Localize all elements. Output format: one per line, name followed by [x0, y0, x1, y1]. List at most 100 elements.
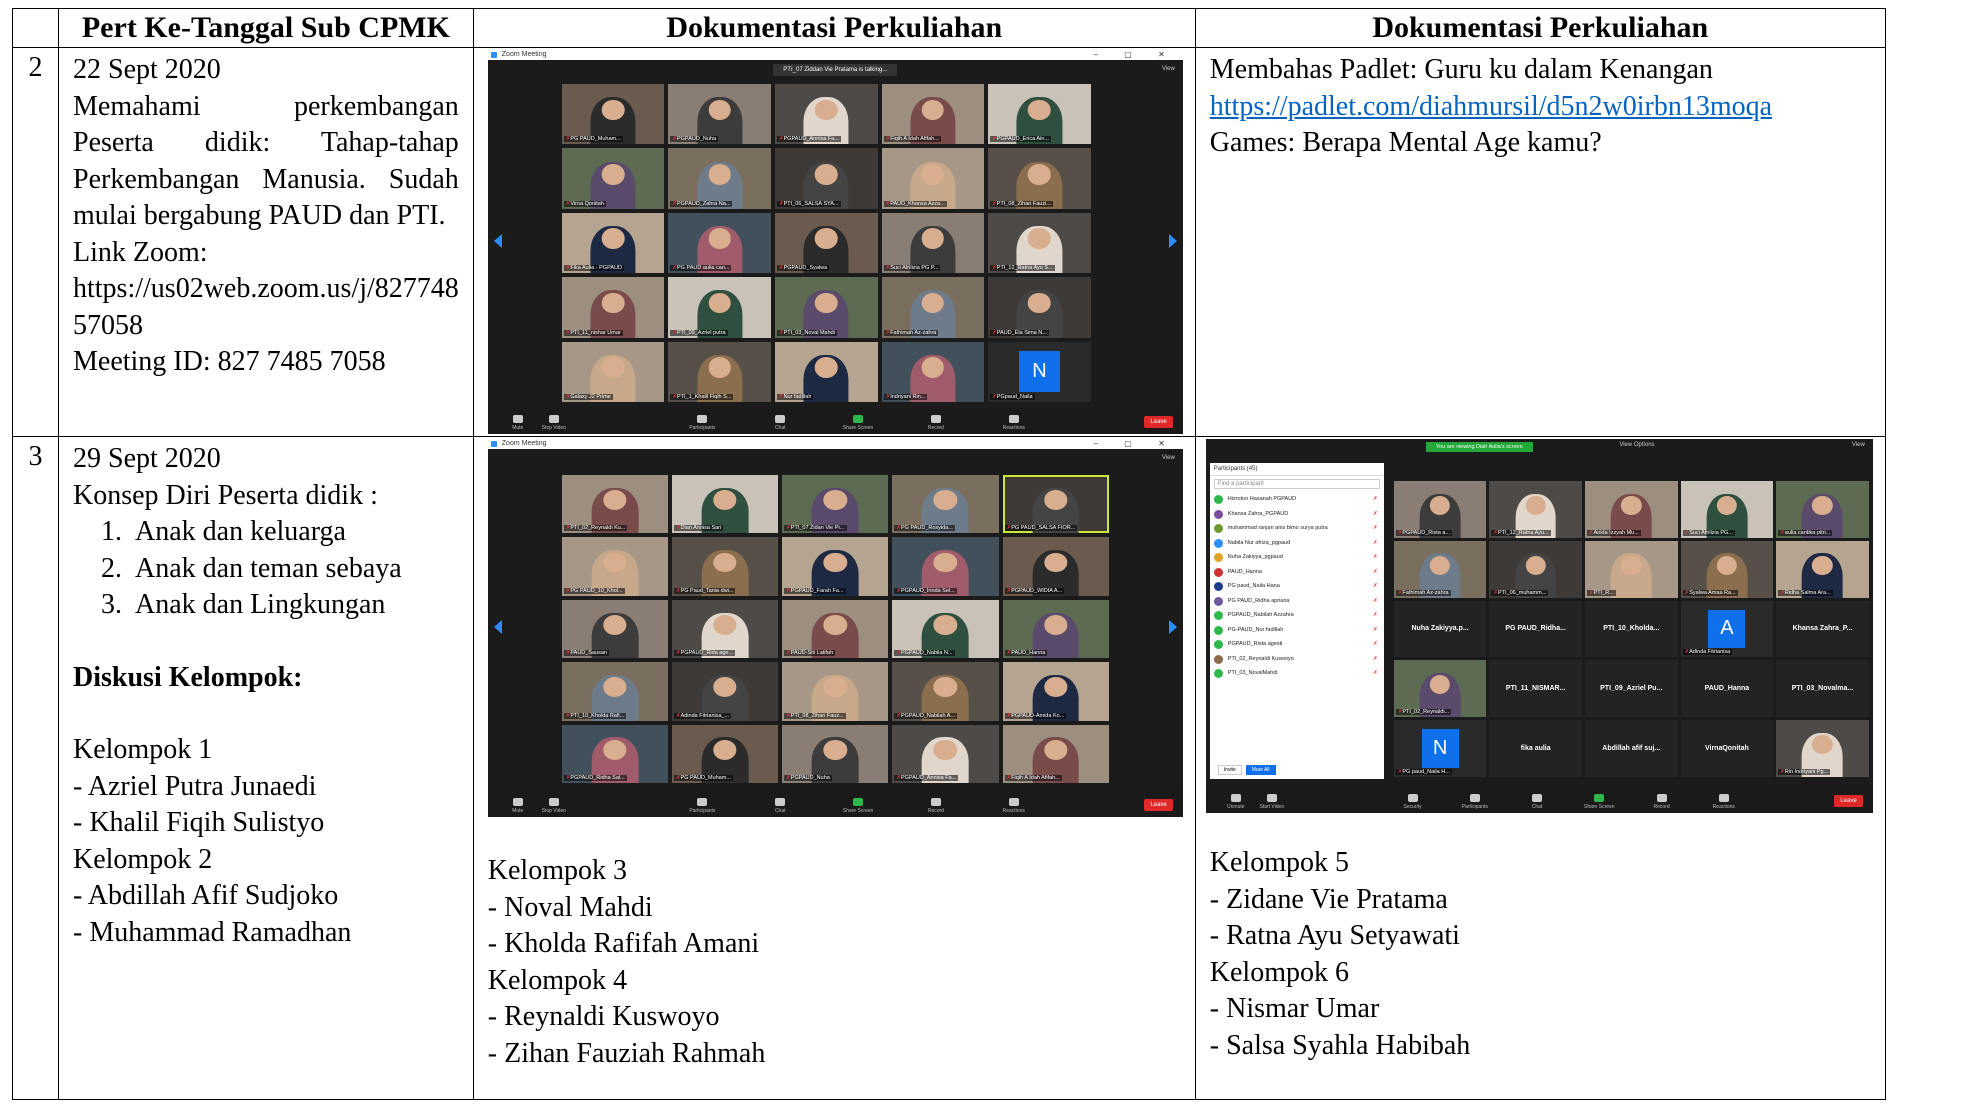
- participant-video-tile[interactable]: PG PAUD_Muham...: [671, 724, 779, 783]
- participant-name-tile[interactable]: PTI_03_Novalma...: [1776, 660, 1869, 718]
- participant-avatar-tile[interactable]: AAdinda Fitrianisa: [1680, 600, 1774, 658]
- leave-button[interactable]: Leave: [1834, 795, 1863, 807]
- participant-video-tile[interactable]: PTI_1_Khalil Fiqih S...: [668, 341, 771, 402]
- participant-name-tile[interactable]: PG PAUD_Ridha...: [1489, 600, 1582, 658]
- participant-video-tile[interactable]: Dian Annisa Sari: [671, 475, 779, 534]
- participant-video-tile[interactable]: PTI_10_Kholda Rafi...: [561, 662, 668, 721]
- prev-page-icon[interactable]: [493, 620, 502, 635]
- padlet-link[interactable]: https://padlet.com/diahmursil/d5n2w0irbn…: [1210, 89, 1871, 126]
- participant-video-tile[interactable]: PGPAUD_Nabilah A...: [892, 662, 999, 721]
- mute-all-button[interactable]: Mute All: [1245, 765, 1276, 775]
- toolbar-participants-button[interactable]: Participants: [1455, 794, 1495, 810]
- participant-video-tile[interactable]: PGPAUD_Erica Ain...: [988, 84, 1091, 145]
- participant-video-tile[interactable]: Galaxy J2 Prime: [561, 341, 665, 402]
- toolbar-participants-button[interactable]: Participants: [682, 415, 722, 431]
- next-page-icon[interactable]: [1168, 234, 1177, 249]
- toolbar-mute-button[interactable]: Mute: [498, 415, 538, 431]
- participant-video-tile[interactable]: PGPAUD_Annisa Fa...: [892, 724, 999, 783]
- toolbar-unmute-button[interactable]: Unmute: [1216, 794, 1256, 810]
- participant-video-tile[interactable]: PTI_02_Reynaldi Ku...: [561, 475, 668, 534]
- participant-name-tile[interactable]: PTI_10_Kholda...: [1584, 600, 1678, 658]
- participant-video-tile[interactable]: Anida Izzyah Mu...: [1584, 481, 1678, 538]
- participant-list-item[interactable]: PAUD_Hanna ✗: [1210, 565, 1384, 580]
- participant-video-tile[interactable]: Fiqih A Idah Afifah...: [881, 84, 985, 145]
- participant-video-tile[interactable]: Rin Indriyani Pg...: [1776, 720, 1869, 777]
- participant-video-tile[interactable]: PGPAUD_Irinda Sel...: [892, 537, 999, 596]
- participant-video-tile[interactable]: PG PAUD_Muham...: [561, 84, 665, 145]
- invite-button[interactable]: Invite: [1217, 765, 1242, 775]
- participant-video-tile[interactable]: PGPAUD_WIDIA A...: [1002, 537, 1109, 596]
- participant-name-tile[interactable]: Nuha Zakiyya.p...: [1393, 600, 1487, 658]
- participant-video-tile[interactable]: Indriyani Rin...: [881, 341, 985, 402]
- participant-list-item[interactable]: Nabila Nur afriza_pgpaud ✗: [1210, 536, 1384, 551]
- participant-avatar-tile[interactable]: NPG paud_Naila H...: [1393, 720, 1487, 777]
- participant-list-item[interactable]: muhammad ranjan anis bimo surya putra ✗: [1210, 521, 1384, 536]
- participant-video-tile[interactable]: Virna Qonitah: [561, 148, 665, 209]
- participant-video-tile[interactable]: PTI_08_Zihan Fauz...: [782, 662, 889, 721]
- participant-video-tile[interactable]: Syalwa Amaa Ra...: [1680, 540, 1774, 598]
- view-button[interactable]: View: [1852, 442, 1865, 448]
- participant-video-tile[interactable]: PGPAUD_Zahra Na...: [668, 148, 771, 209]
- participant-video-tile[interactable]: PGPAUD_Nabila N...: [892, 599, 999, 659]
- participant-video-tile[interactable]: PGPAUD_Farah Fa...: [782, 537, 889, 596]
- participant-list-item[interactable]: PGPAUD_Nabilah Azzahra ✗: [1210, 608, 1384, 623]
- participant-video-tile[interactable]: PG PAUD_SALSA FIOR...: [1002, 475, 1109, 534]
- toolbar-chat-button[interactable]: Chat: [760, 415, 800, 431]
- participant-video-tile[interactable]: PTI_11_nishar Umar: [561, 277, 665, 338]
- toolbar-record-button[interactable]: Record: [916, 798, 956, 814]
- toolbar-record-button[interactable]: Record: [1642, 794, 1682, 810]
- participant-video-tile[interactable]: PG Paud_Tania dwi...: [671, 537, 779, 596]
- participant-video-tile[interactable]: PAUD_Ela Sima N...: [988, 277, 1091, 338]
- leave-button[interactable]: Leave: [1144, 799, 1173, 811]
- participant-video-tile[interactable]: PG PAUD_10_Khol...: [561, 537, 668, 596]
- participant-video-tile[interactable]: PAUD_Sausan: [561, 599, 668, 659]
- participant-list-item[interactable]: PTI_02_Reynaldi Kuswoyo ✗: [1210, 652, 1384, 667]
- participant-video-tile[interactable]: Fika Aulia - PGPAUD: [561, 212, 665, 274]
- prev-page-icon[interactable]: [493, 234, 502, 249]
- toolbar-chat-button[interactable]: Chat: [760, 798, 800, 814]
- participant-name-tile[interactable]: PAUD_Hanna: [1680, 660, 1774, 718]
- participant-video-tile[interactable]: PGPAUD_Rida age...: [671, 599, 779, 659]
- view-button[interactable]: View: [1162, 455, 1175, 461]
- toolbar-stop-video-button[interactable]: Stop Video: [534, 415, 574, 431]
- participant-video-tile[interactable]: Nur fadillah: [774, 341, 878, 402]
- toolbar-share-screen-button[interactable]: Share Screen: [1579, 794, 1619, 810]
- participant-video-tile[interactable]: Suci Afrilizia PG...: [1680, 481, 1774, 538]
- participant-video-tile[interactable]: Fiqih A Idah Afifah...: [1002, 724, 1109, 783]
- participant-list-item[interactable]: Hizrotun Hasanah PGPAUD ✗: [1210, 492, 1384, 507]
- participant-video-tile[interactable]: PGPAUD_Nuha: [782, 724, 889, 783]
- participant-video-tile[interactable]: Adinda Fitrianisa_...: [671, 662, 779, 721]
- participant-video-tile[interactable]: PG PAUD_Rosyida...: [892, 475, 999, 534]
- toolbar-chat-button[interactable]: Chat: [1517, 794, 1557, 810]
- participant-video-tile[interactable]: PTI_03_Noval Mahdi: [774, 277, 878, 338]
- toolbar-participants-button[interactable]: Participants: [682, 798, 722, 814]
- participant-avatar-tile[interactable]: NPGpaud_Naila: [988, 341, 1091, 402]
- toolbar-record-button[interactable]: Record: [916, 415, 956, 431]
- toolbar-start-video-button[interactable]: Start Video: [1252, 794, 1292, 810]
- participant-video-tile[interactable]: PGPAUD_Ridha Sal...: [561, 724, 668, 783]
- participant-list-item[interactable]: PG-PAUD_Nur fadillah ✗: [1210, 623, 1384, 638]
- participant-video-tile[interactable]: Ridha Salma Ara...: [1776, 540, 1869, 598]
- toolbar-reactions-button[interactable]: Reactions: [1704, 794, 1744, 810]
- participant-search-input[interactable]: Find a participant: [1213, 479, 1380, 489]
- participant-video-tile[interactable]: PGPAUD_Annisa Fa...: [774, 84, 878, 145]
- participant-video-tile[interactable]: Suci Afrilizia PG P...: [881, 212, 985, 274]
- toolbar-stop-video-button[interactable]: Stop Video: [534, 798, 574, 814]
- participant-list-item[interactable]: Nuha Zakiyya_pgpaud ✗: [1210, 550, 1384, 565]
- next-page-icon[interactable]: [1168, 620, 1177, 635]
- toolbar-mute-button[interactable]: Mute: [498, 798, 538, 814]
- participant-video-tile[interactable]: aulia cantika pitri...: [1776, 481, 1869, 538]
- participant-video-tile[interactable]: PTI_06_SALSA SYA...: [774, 148, 878, 209]
- participant-video-tile[interactable]: PTI_08_Zihan Fauzi...: [988, 148, 1091, 209]
- participant-name-tile[interactable]: fika aulia: [1489, 720, 1582, 777]
- participant-list-item[interactable]: PG PAUD_Ridha apriana ✗: [1210, 594, 1384, 609]
- participant-list-item[interactable]: PTI_03_NovalMahdi ✗: [1210, 666, 1384, 681]
- participant-list-item[interactable]: Khansa Zahra_PGPAUD ✗: [1210, 507, 1384, 522]
- participant-name-tile[interactable]: PTI_09_Azriel Pu...: [1584, 660, 1678, 718]
- participant-video-tile[interactable]: PGPAUD_Syalwa: [774, 212, 878, 274]
- participant-video-tile[interactable]: PGPAUD-Amida Ko...: [1002, 662, 1109, 721]
- participant-list-item[interactable]: PGPAUD_Rista agesti ✗: [1210, 637, 1384, 652]
- participant-video-tile[interactable]: PTI_09_Azriel putra: [668, 277, 771, 338]
- view-options-button[interactable]: View Options: [1619, 442, 1654, 448]
- participant-video-tile[interactable]: PTI_R...: [1584, 540, 1678, 598]
